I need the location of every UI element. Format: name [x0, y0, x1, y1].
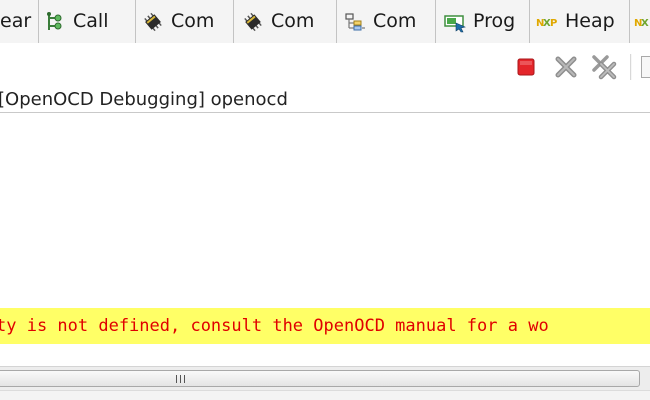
tab-label: Com	[373, 10, 417, 32]
terminate-button[interactable]	[513, 54, 539, 80]
hierarchy-icon	[344, 11, 366, 33]
console-output[interactable]: ty is not defined, consult the OpenOCD m…	[0, 113, 650, 366]
tab-com-1[interactable]: Com	[136, 0, 234, 43]
chip-icon	[142, 11, 164, 33]
scrollbar-grip-icon	[176, 375, 187, 383]
remove-all-terminated-button[interactable]	[591, 54, 617, 80]
console-view: ear Call Com Com Com Prog N X P Heap N X…	[0, 0, 650, 400]
svg-text:X: X	[641, 18, 649, 29]
tab-label: Call	[73, 10, 109, 32]
console-toolbar	[0, 44, 650, 90]
tab-label: Com	[171, 10, 215, 32]
tab-com-2[interactable]: Com	[234, 0, 337, 43]
console-warning-line: ty is not defined, consult the OpenOCD m…	[0, 308, 650, 344]
tab-nxp-overflow[interactable]: N X	[630, 0, 650, 43]
tab-label: ear	[0, 10, 32, 32]
tab-label: Com	[271, 10, 315, 32]
nxp-logo-icon: N X	[634, 11, 650, 33]
view-tab-strip: ear Call Com Com Com Prog N X P Heap N X	[0, 0, 650, 43]
horizontal-scrollbar[interactable]	[0, 366, 650, 390]
tab-ear[interactable]: ear	[0, 0, 39, 43]
tab-label: Prog	[473, 10, 516, 32]
tab-heap[interactable]: N X P Heap	[530, 0, 630, 43]
tab-progress[interactable]: Prog	[436, 0, 530, 43]
tab-label: Heap	[565, 10, 615, 32]
call-hierarchy-icon	[44, 11, 66, 33]
remove-all-terminated-icon	[591, 54, 617, 80]
svg-text:P: P	[550, 18, 557, 29]
remove-launch-button[interactable]	[553, 54, 579, 80]
scrollbar-thumb[interactable]	[0, 370, 640, 387]
overflow-button[interactable]	[641, 56, 650, 78]
remove-launch-icon	[553, 54, 579, 80]
chip-icon	[242, 11, 264, 33]
tab-com-3[interactable]: Com	[337, 0, 436, 43]
terminate-icon	[513, 54, 539, 80]
console-title: [OpenOCD Debugging] openocd	[0, 89, 288, 110]
progress-icon	[444, 11, 466, 33]
nxp-logo-icon: N X P	[536, 11, 558, 33]
toolbar-separator	[630, 54, 632, 80]
tab-call-hierarchy[interactable]: Call	[39, 0, 136, 43]
bottom-border	[0, 390, 650, 400]
